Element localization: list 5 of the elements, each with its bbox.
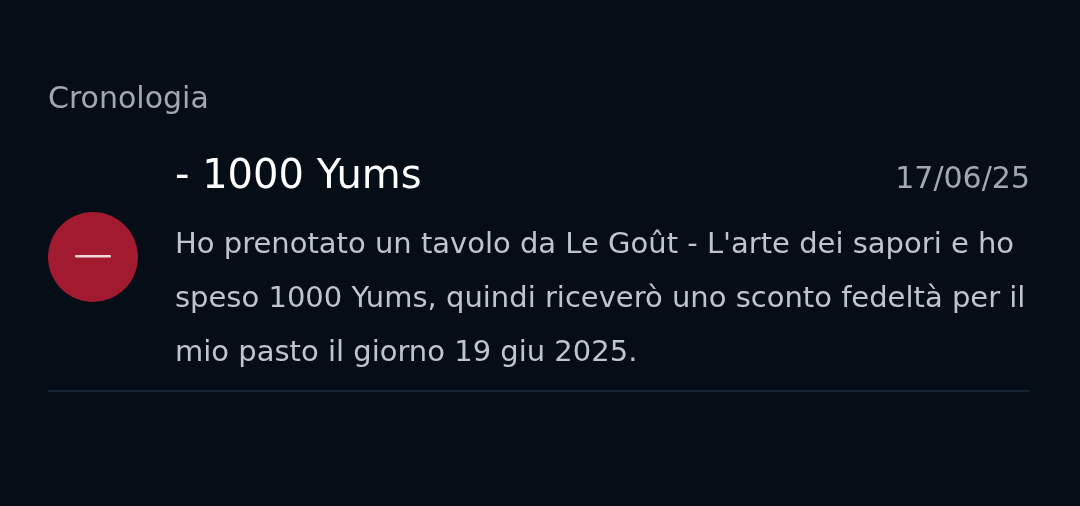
description: Ho prenotato un tavolo da Le Goût - L'arte dei sapori e ho speso 1000 Yums, quindi riceverò uno sconto fedeltà per il mio pasto il giorno 19 giu 2025. [175,225,1027,370]
amount: - 1000 Yums [175,150,422,199]
section-title: Cronologia [48,79,210,117]
date: 17/06/25 [895,160,1030,195]
minus-icon [48,212,138,302]
